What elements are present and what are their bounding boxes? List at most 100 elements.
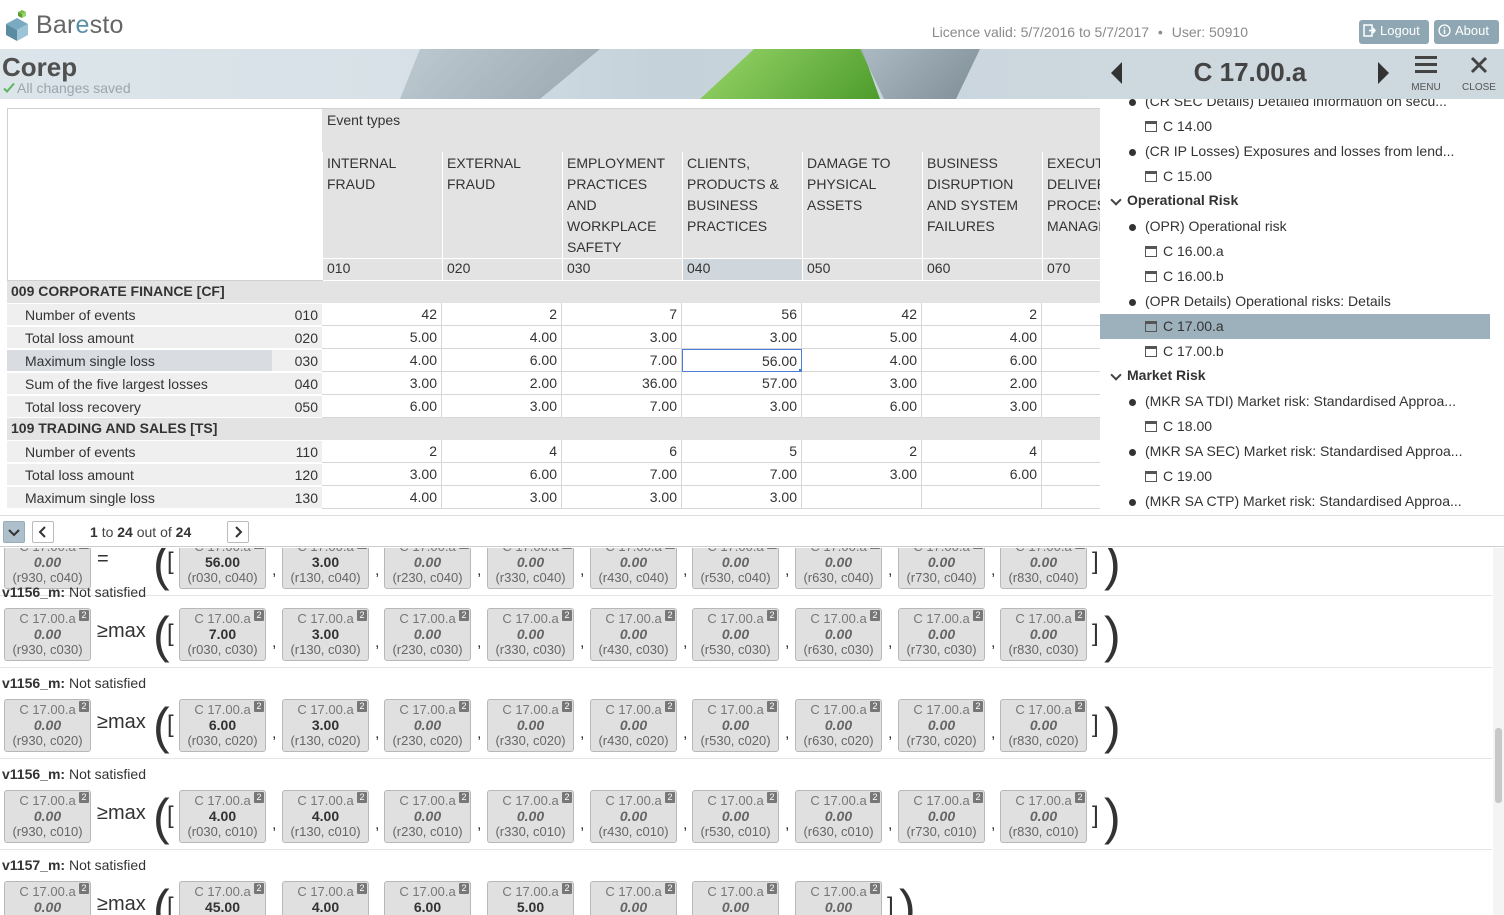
validation-term-cell[interactable]: 2C 17.00.a 0.00 (r230, c030) — [384, 608, 471, 661]
column-header[interactable]: DAMAGE TO PHYSICAL ASSETS — [802, 152, 922, 258]
column-header[interactable]: INTERNAL FRAUD — [322, 152, 442, 258]
validation-term-cell[interactable]: 2C 17.00.a 0.00 (r730, c030) — [898, 608, 985, 661]
data-cell[interactable]: 4.00 — [322, 349, 442, 372]
data-cell[interactable]: 6.00 — [802, 395, 922, 418]
data-cell[interactable] — [1042, 372, 1100, 395]
data-cell[interactable] — [922, 486, 1042, 509]
validation-term-cell[interactable]: 2C 17.00.a 0.00 (r430, c020) — [590, 699, 677, 752]
data-cell[interactable] — [1042, 463, 1100, 486]
data-cell[interactable]: 4.00 — [802, 349, 922, 372]
scrollbar-thumb[interactable] — [1495, 728, 1502, 803]
tree-module-item[interactable]: (CR IP Losses) Exposures and losses from… — [1100, 139, 1490, 164]
data-cell[interactable]: 3.00 — [562, 486, 682, 509]
validation-term-cell[interactable]: 2C 17.00.a0.00(r730, c040) — [898, 548, 985, 589]
tree-form-item[interactable]: C 19.00 — [1100, 464, 1490, 489]
validation-term-cell[interactable]: 2C 17.00.a 6.00 (r030, c020) — [179, 699, 266, 752]
tree-form-item[interactable]: C 14.00 — [1100, 114, 1490, 139]
validation-left-cell[interactable]: 2C 17.00.a 0.00 (r930, c020) — [4, 699, 91, 752]
validation-term-cell[interactable]: 2C 17.00.a0.00(r230, c040) — [384, 548, 471, 589]
data-cell[interactable] — [1042, 349, 1100, 372]
collapse-dropdown-button[interactable] — [3, 521, 25, 543]
validation-term-cell[interactable]: 2C 17.00.a 5.00 — [487, 881, 574, 915]
validation-term-cell[interactable]: 2C 17.00.a 0.00 — [795, 881, 882, 915]
validation-term-cell[interactable]: 2C 17.00.a 0.00 (r630, c010) — [795, 790, 882, 843]
tree-module-item[interactable]: (MKR SA SEC) Market risk: Standardised A… — [1100, 439, 1490, 464]
data-cell[interactable]: 6 — [562, 440, 682, 463]
validation-term-cell[interactable]: 2C 17.00.a 0.00 (r330, c020) — [487, 699, 574, 752]
validation-term-cell[interactable]: 2C 17.00.a 0.00 (r530, c020) — [692, 699, 779, 752]
validation-term-cell[interactable]: 2C 17.00.a 0.00 (r430, c010) — [590, 790, 677, 843]
validation-left-cell[interactable]: 2C 17.00.a 0.00 — [4, 881, 91, 915]
data-cell[interactable] — [1042, 303, 1100, 326]
data-cell[interactable]: 3.00 — [682, 486, 802, 509]
data-cell[interactable]: 6.00 — [442, 349, 562, 372]
next-page-button[interactable] — [227, 521, 249, 543]
data-cell[interactable]: 7.00 — [682, 463, 802, 486]
tree-form-item[interactable]: C 17.00.a — [1100, 314, 1490, 339]
validation-term-cell[interactable]: 2C 17.00.a 0.00 (r730, c020) — [898, 699, 985, 752]
tree-form-item[interactable]: C 16.00.a — [1100, 239, 1490, 264]
data-cell[interactable]: 7.00 — [562, 463, 682, 486]
tree-module-item[interactable]: (OPR) Operational risk — [1100, 214, 1490, 239]
validation-term-cell[interactable]: 2C 17.00.a 4.00 — [282, 881, 369, 915]
validation-left-cell[interactable]: 2C 17.00.a 0.00 (r930, c030) — [4, 608, 91, 661]
data-cell[interactable]: 3.00 — [802, 463, 922, 486]
data-cell[interactable]: 6.00 — [322, 395, 442, 418]
data-cell[interactable]: 7.00 — [562, 349, 682, 372]
validation-term-cell[interactable]: 2C 17.00.a 0.00 (r330, c010) — [487, 790, 574, 843]
data-cell[interactable]: 5 — [682, 440, 802, 463]
data-cell[interactable] — [1042, 326, 1100, 349]
close-panel-button[interactable]: CLOSE — [1459, 55, 1499, 93]
column-header[interactable]: EXECUTION, DELIVERY & PROCESS MANAGEMENT — [1042, 152, 1100, 258]
data-cell[interactable]: 3.00 — [802, 372, 922, 395]
validation-term-cell[interactable]: 2C 17.00.a 0.00 (r830, c020) — [1000, 699, 1087, 752]
validation-scrollbar[interactable] — [1493, 548, 1504, 915]
validation-term-cell[interactable]: 2C 17.00.a 6.00 — [384, 881, 471, 915]
data-cell[interactable]: 2.00 — [442, 372, 562, 395]
previous-page-button[interactable] — [32, 521, 54, 543]
column-header[interactable]: BUSINESS DISRUPTION AND SYSTEM FAILURES — [922, 152, 1042, 258]
tree-module-item[interactable]: (MKR SA CTP) Market risk: Standardised A… — [1100, 489, 1490, 514]
tree-module-item[interactable]: (MKR SA TDI) Market risk: Standardised A… — [1100, 389, 1490, 414]
data-cell[interactable]: 3.00 — [922, 395, 1042, 418]
validation-term-cell[interactable]: 2C 17.00.a56.00(r030, c040) — [179, 548, 266, 589]
validation-term-cell[interactable]: 2C 17.00.a 0.00 (r430, c030) — [590, 608, 677, 661]
validation-term-cell[interactable]: 2C 17.00.a0.00(r430, c040) — [590, 548, 677, 589]
validation-term-cell[interactable]: 2C 17.00.a 0.00 (r630, c020) — [795, 699, 882, 752]
validation-term-cell[interactable]: 2C 17.00.a 0.00 (r330, c030) — [487, 608, 574, 661]
validation-term-cell[interactable]: 2C 17.00.a0.00(r330, c040) — [487, 548, 574, 589]
validation-term-cell[interactable]: 2C 17.00.a 0.00 (r830, c030) — [1000, 608, 1087, 661]
data-cell[interactable]: 3.00 — [442, 486, 562, 509]
validation-term-cell[interactable]: 2C 17.00.a 0.00 — [590, 881, 677, 915]
data-cell[interactable]: 2 — [802, 440, 922, 463]
data-cell[interactable] — [1042, 486, 1100, 509]
data-cell[interactable]: 42 — [802, 303, 922, 326]
data-cell[interactable]: 3.00 — [442, 395, 562, 418]
tree-module-item[interactable]: (OPR Details) Operational risks: Details — [1100, 289, 1490, 314]
data-cell[interactable]: 4.00 — [322, 486, 442, 509]
data-cell[interactable]: 3.00 — [322, 372, 442, 395]
tree-form-item[interactable]: C 18.00 — [1100, 414, 1490, 439]
column-header[interactable]: EXTERNAL FRAUD — [442, 152, 562, 258]
next-form-arrow-icon[interactable] — [1376, 61, 1390, 85]
validation-left-cell[interactable]: 2C 17.00.a 0.00 (r930, c010) — [4, 790, 91, 843]
data-cell[interactable] — [1042, 440, 1100, 463]
validation-term-cell[interactable]: 2C 17.00.a 3.00 (r130, c020) — [282, 699, 369, 752]
data-cell[interactable]: 5.00 — [802, 326, 922, 349]
data-cell[interactable]: 4.00 — [922, 326, 1042, 349]
tree-form-item[interactable]: C 15.00 — [1100, 164, 1490, 189]
validation-term-cell[interactable]: 2C 17.00.a3.00(r130, c040) — [282, 548, 369, 589]
data-cell[interactable]: 2 — [922, 303, 1042, 326]
validation-term-cell[interactable]: 2C 17.00.a 3.00 (r130, c030) — [282, 608, 369, 661]
data-cell[interactable]: 6.00 — [922, 349, 1042, 372]
validation-term-cell[interactable]: 2C 17.00.a 0.00 (r230, c010) — [384, 790, 471, 843]
validation-term-cell[interactable]: 2C 17.00.a 0.00 — [692, 881, 779, 915]
data-cell[interactable]: 6.00 — [922, 463, 1042, 486]
data-cell[interactable]: 7.00 — [562, 395, 682, 418]
data-cell[interactable]: 4.00 — [442, 326, 562, 349]
data-cell[interactable] — [802, 486, 922, 509]
tree-form-item[interactable]: C 16.00.b — [1100, 264, 1490, 289]
data-cell[interactable]: 2.00 — [922, 372, 1042, 395]
data-cell[interactable]: 3.00 — [562, 326, 682, 349]
data-cell[interactable]: 4 — [442, 440, 562, 463]
